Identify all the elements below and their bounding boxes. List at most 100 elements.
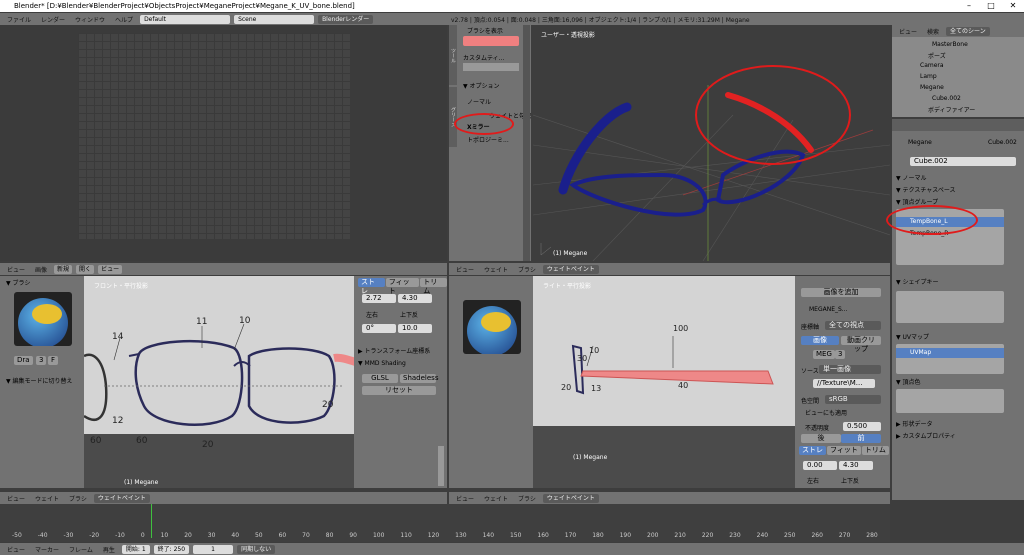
mode-dropdown-bl[interactable]: ウェイトペイント: [93, 493, 150, 503]
layout-dropdown[interactable]: Default: [140, 14, 231, 24]
texture-space-panel[interactable]: ▼ テクスチャスペース: [896, 185, 956, 194]
brush-preview-side[interactable]: [463, 300, 521, 354]
mesh-name-field[interactable]: Cube.002: [910, 157, 1016, 166]
offset-y-field[interactable]: 4.30: [398, 294, 432, 303]
brush-preview[interactable]: [14, 292, 72, 346]
outliner-row[interactable]: Megane: [920, 84, 944, 91]
transform-orientation-header[interactable]: ▶ トランスフォーム座標系: [358, 346, 430, 355]
trim-tab-side[interactable]: トリム: [861, 446, 889, 455]
brush-fake-user[interactable]: F: [48, 356, 59, 365]
menu-render[interactable]: レンダー: [38, 15, 68, 24]
offset-x-field[interactable]: 2.72: [362, 294, 396, 303]
geometry-data-panel[interactable]: ▶ 形状データ: [896, 419, 933, 428]
stretch-tab-side[interactable]: ストレ: [799, 446, 826, 455]
flip-y-side[interactable]: 上下反: [841, 476, 859, 485]
tl-menu-playback[interactable]: 再生: [100, 545, 118, 554]
uv-menu-view[interactable]: ビュー: [4, 265, 28, 274]
end-frame-field[interactable]: 終了: 250: [153, 544, 190, 554]
start-frame-field[interactable]: 開始: 1: [121, 544, 150, 554]
menu-weight-bl[interactable]: ウェイト: [32, 494, 62, 503]
front-toggle[interactable]: 前: [841, 434, 881, 443]
scene-dropdown[interactable]: Scene: [234, 14, 315, 24]
trim-tab[interactable]: トリム: [420, 278, 447, 295]
mmd-shading-header[interactable]: ▼ MMD Shading: [358, 360, 406, 367]
menu-brush-bl[interactable]: ブラシ: [66, 494, 90, 503]
tool-scrollbar[interactable]: [523, 25, 530, 261]
current-frame-field[interactable]: 1: [193, 544, 234, 554]
uv-maps-panel[interactable]: ▼ UVマップ: [896, 332, 929, 341]
menu-help[interactable]: ヘルプ: [112, 15, 136, 24]
brush-header[interactable]: ▼ ブラシ: [6, 278, 30, 287]
menu-weight-br[interactable]: ウェイト: [481, 494, 511, 503]
glsl-button[interactable]: GLSL: [362, 374, 398, 383]
viewport-front[interactable]: フロント・平行投影 14 11 10 12 60 60 20 (1) Megan…: [84, 276, 354, 488]
normal-checkbox[interactable]: ノーマル: [467, 97, 491, 106]
outliner-row[interactable]: Cube.002: [932, 95, 961, 102]
size-field[interactable]: 10.0: [398, 324, 432, 333]
sync-dropdown[interactable]: 同期しない: [237, 544, 276, 554]
edit-mode-toggle[interactable]: ▼ 編集モードに切り替え: [6, 376, 73, 385]
image-name-short[interactable]: MEG: [813, 350, 835, 359]
outliner-view-menu[interactable]: ビュー: [896, 27, 920, 36]
menu-view-br[interactable]: ビュー: [453, 494, 477, 503]
options-header[interactable]: ▼ オプション: [463, 81, 500, 90]
menu-brush-tr[interactable]: ブラシ: [515, 265, 539, 274]
tool-tab-2[interactable]: グリース: [449, 87, 457, 147]
front-scrollbar[interactable]: [438, 446, 444, 486]
image-tab[interactable]: 画像: [801, 336, 839, 345]
flip-x-side[interactable]: 左右: [807, 476, 819, 485]
offset-y-side[interactable]: 4.30: [839, 461, 873, 470]
tl-menu-frame[interactable]: フレーム: [66, 545, 96, 554]
tl-menu-view[interactable]: ビュー: [4, 545, 28, 554]
flip-x-checkbox[interactable]: 左右: [366, 310, 378, 319]
menu-window[interactable]: ウィンドウ: [72, 15, 108, 24]
menu-view-tr[interactable]: ビュー: [453, 265, 477, 274]
outliner-search-menu[interactable]: 検索: [924, 27, 942, 36]
brush-name-field[interactable]: Dra: [14, 356, 33, 365]
shadeless-button[interactable]: Shadeless: [400, 374, 438, 383]
custom-field[interactable]: [463, 63, 519, 71]
fit-tab-side[interactable]: フィット: [827, 446, 861, 455]
mode-dropdown-tr[interactable]: ウェイトペイント: [542, 264, 599, 274]
movie-clip-tab[interactable]: 動画クリップ: [841, 336, 881, 353]
minimize-button[interactable]: –: [958, 0, 980, 12]
source-dropdown[interactable]: 単一画像: [819, 365, 881, 374]
maximize-button[interactable]: □: [980, 0, 1002, 12]
normals-panel[interactable]: ▼ ノーマル: [896, 173, 927, 182]
brush-color-swatch[interactable]: [463, 36, 519, 46]
back-toggle[interactable]: 後: [801, 434, 841, 443]
tool-tab[interactable]: ツール: [449, 25, 457, 85]
vertex-colors-panel[interactable]: ▼ 頂点色: [896, 377, 921, 386]
offset-x-side[interactable]: 0.00: [803, 461, 837, 470]
bg-image-name[interactable]: MEGANE_S...: [809, 306, 848, 313]
uv-view-dropdown[interactable]: ビュー: [98, 264, 123, 274]
menu-weight-tr[interactable]: ウェイト: [481, 265, 511, 274]
properties-tabs[interactable]: [892, 119, 1024, 131]
uv-open-button[interactable]: 開く: [76, 264, 95, 274]
uv-editor-top[interactable]: [0, 25, 447, 261]
outliner-row[interactable]: MasterBone: [932, 41, 968, 48]
fit-tab[interactable]: フィット: [385, 278, 420, 295]
uv-menu-image[interactable]: 画像: [32, 265, 50, 274]
mode-dropdown-br[interactable]: ウェイトペイント: [542, 493, 599, 503]
reset-button[interactable]: リセット: [362, 386, 436, 395]
custom-properties-panel[interactable]: ▶ カスタムプロパティ: [896, 431, 956, 440]
flip-y-checkbox[interactable]: 上下反: [400, 310, 418, 319]
viewport-side[interactable]: ライト・平行投影 100 10 30 40 13 20 (1) Megane: [533, 276, 795, 488]
close-button[interactable]: ✕: [1002, 0, 1024, 12]
opacity-field[interactable]: 0.500: [843, 422, 881, 431]
stretch-tab[interactable]: ストレ: [358, 278, 385, 295]
outliner-row[interactable]: Camera: [920, 62, 944, 69]
shape-keys-panel[interactable]: ▼ シェイプキー: [896, 277, 939, 286]
add-image-button[interactable]: 画像を追加: [801, 288, 881, 297]
axis-dropdown[interactable]: 全ての視点: [825, 321, 881, 330]
custom-icon-checkbox[interactable]: カスタムティ...: [463, 53, 504, 62]
timeline[interactable]: -50 -40 -30 -20 -10 0 10 20 30 40 50 60 70 80 90 100 110…: [0, 504, 890, 542]
outliner-row[interactable]: Lamp: [920, 73, 937, 80]
rotation-field[interactable]: 0°: [362, 324, 396, 333]
viewport-3d-top[interactable]: ユーザー・透視投影 (1) Megane: [533, 25, 890, 261]
outliner-row[interactable]: ポーズ: [928, 51, 946, 60]
render-engine-dropdown[interactable]: Blenderレンダー: [318, 14, 374, 24]
topology-mirror-checkbox[interactable]: トポロジーミ...: [467, 135, 509, 144]
view-transform-checkbox[interactable]: ビューにも適用: [805, 408, 847, 417]
